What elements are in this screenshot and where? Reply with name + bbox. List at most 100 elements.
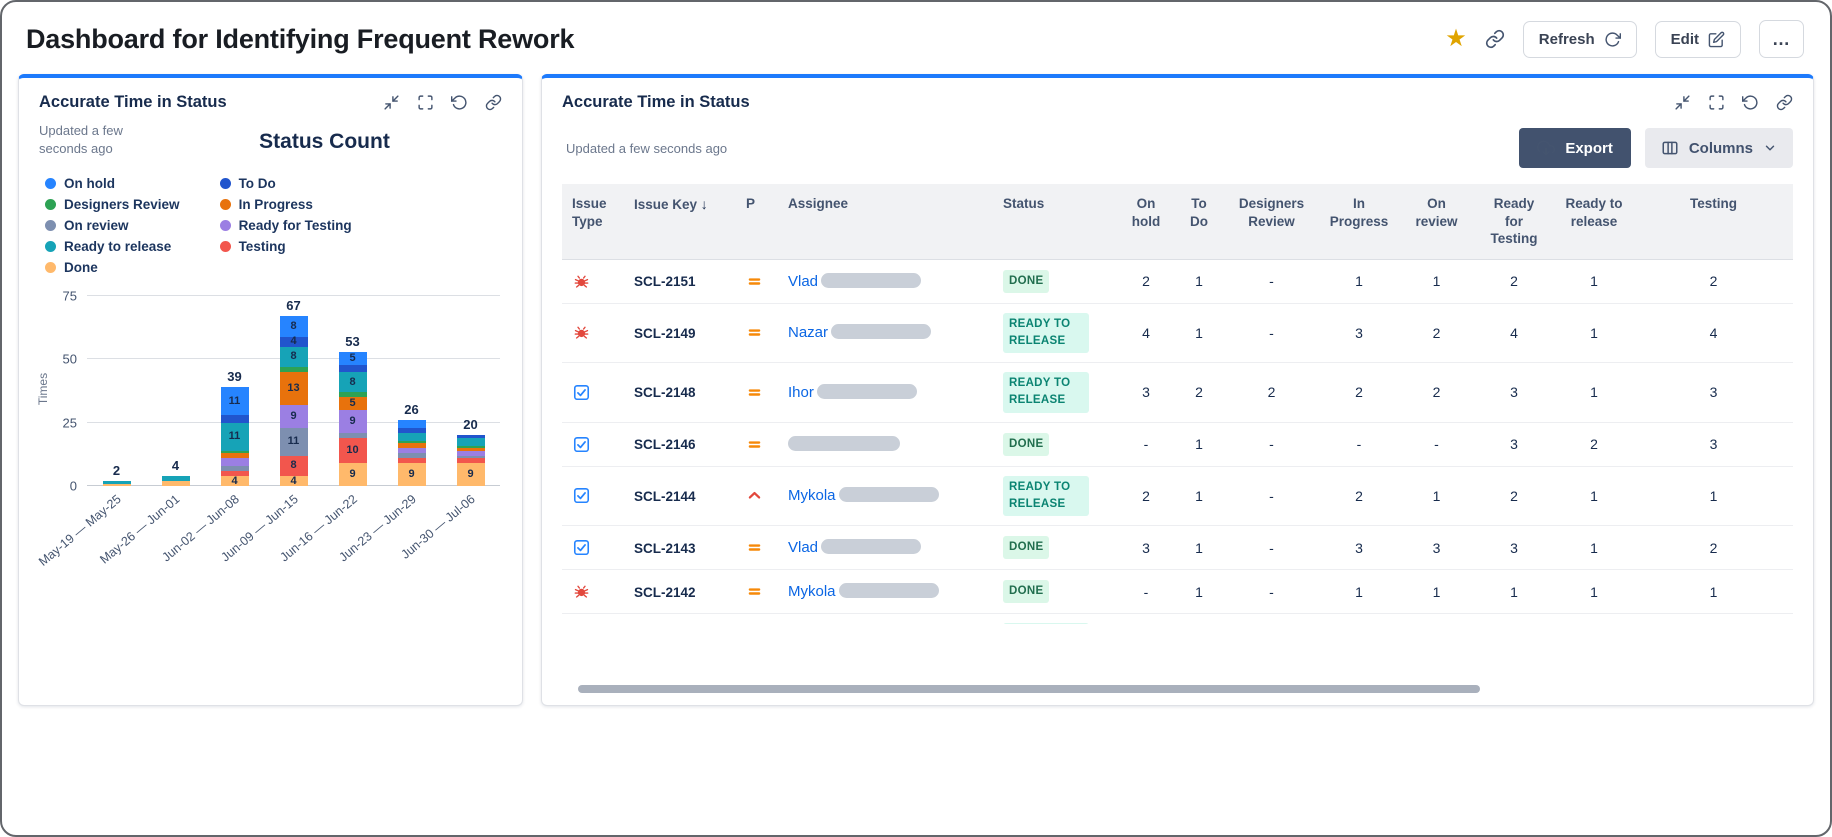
- refresh-button[interactable]: Refresh: [1522, 20, 1637, 58]
- legend-item[interactable]: On hold: [45, 173, 180, 194]
- assignee-link[interactable]: Mykola: [788, 583, 836, 600]
- status-count-cell: 2: [1224, 362, 1319, 423]
- status-count-cell: 2: [1474, 466, 1554, 527]
- legend-item[interactable]: To Do: [219, 173, 352, 194]
- legend-item[interactable]: Testing: [219, 236, 352, 257]
- link-icon[interactable]: [485, 94, 502, 111]
- chart-gadget-actions: [383, 94, 502, 111]
- bar-segment[interactable]: 9: [397, 463, 426, 487]
- export-button[interactable]: Export: [1519, 128, 1631, 168]
- chart-updated-note: Updated a few seconds ago: [39, 123, 123, 156]
- status-count-cell: 1: [1174, 466, 1224, 527]
- bar-segment[interactable]: 4: [279, 475, 308, 486]
- legend-item[interactable]: On review: [45, 215, 180, 236]
- status-count-cell: 3: [1319, 525, 1399, 571]
- bar-segment[interactable]: 4: [279, 336, 308, 347]
- status-count-cell: -: [1224, 525, 1319, 571]
- assignee-link[interactable]: Nazar: [788, 324, 828, 341]
- bar-segment[interactable]: 11: [220, 422, 249, 451]
- more-icon: …: [1772, 29, 1791, 49]
- bug-icon: [574, 275, 589, 288]
- issue-key[interactable]: SCL-2148: [634, 385, 696, 400]
- bar-segment[interactable]: [397, 432, 426, 441]
- issue-key[interactable]: SCL-2144: [634, 489, 696, 504]
- bar-segment[interactable]: 11: [220, 387, 249, 416]
- issue-key[interactable]: SCL-2149: [634, 326, 696, 341]
- bar-segment[interactable]: 9: [456, 463, 485, 487]
- bar-segment[interactable]: 9: [338, 463, 367, 487]
- legend-label: In Progress: [238, 197, 313, 213]
- status-count-cell: 2: [1399, 303, 1474, 364]
- reset-icon[interactable]: [1742, 94, 1759, 111]
- bar-segment[interactable]: [456, 437, 485, 446]
- bar-segment[interactable]: 11: [279, 427, 308, 456]
- bar-segment[interactable]: 10: [338, 437, 367, 464]
- columns-button[interactable]: Columns: [1644, 128, 1793, 168]
- issue-key[interactable]: SCL-2151: [634, 274, 696, 289]
- legend-item[interactable]: Designers Review: [45, 194, 180, 215]
- assignee-link[interactable]: Ihor: [788, 384, 814, 401]
- status-count-cell: 2: [1399, 362, 1474, 423]
- edit-button[interactable]: Edit: [1654, 20, 1741, 58]
- column-header[interactable]: To Do: [1174, 184, 1224, 260]
- priority-cell: [736, 422, 778, 467]
- column-header[interactable]: On review: [1399, 184, 1474, 260]
- bar-segment[interactable]: 13: [279, 372, 308, 406]
- bar-total-label: 26: [404, 402, 419, 418]
- horizontal-scrollbar[interactable]: [578, 685, 1481, 693]
- favorite-star-icon[interactable]: ★: [1445, 27, 1467, 51]
- bar-segment[interactable]: [397, 420, 426, 428]
- column-header[interactable]: Ready for Testing: [1474, 184, 1554, 260]
- legend-item[interactable]: Done: [45, 257, 180, 278]
- status-badge: READY TO RELEASE: [1003, 312, 1089, 354]
- reset-icon[interactable]: [451, 94, 468, 111]
- bar-segment[interactable]: 4: [220, 475, 249, 486]
- assignee-link[interactable]: Mykola: [788, 487, 836, 504]
- bar-segment[interactable]: [338, 364, 367, 373]
- legend-item[interactable]: Ready to release: [45, 236, 180, 257]
- bar-segment[interactable]: 5: [338, 351, 367, 365]
- bar-segment[interactable]: [220, 458, 249, 466]
- legend-dot: [219, 220, 231, 232]
- share-link-icon[interactable]: [1485, 29, 1505, 49]
- column-header[interactable]: Issue Key ↓: [624, 184, 736, 260]
- link-icon[interactable]: [1776, 94, 1793, 111]
- table-container: Issue Type Issue Key ↓ P Assignee Status On h…: [562, 184, 1793, 624]
- legend-item[interactable]: In Progress: [219, 194, 352, 215]
- priority-medium-icon: [748, 588, 761, 595]
- bar-segment[interactable]: 8: [279, 346, 308, 368]
- bar-segment[interactable]: 9: [338, 410, 367, 433]
- column-header[interactable]: Assignee: [778, 184, 993, 260]
- assignee-link[interactable]: Vlad: [788, 273, 818, 290]
- issue-key[interactable]: SCL-2146: [634, 437, 696, 452]
- bar-segment[interactable]: 8: [279, 316, 308, 337]
- bar-segment[interactable]: 5: [338, 397, 367, 411]
- status-count-cell: 3: [1634, 362, 1793, 423]
- assignee-link[interactable]: Vlad: [788, 539, 818, 556]
- column-header[interactable]: Designers Review: [1224, 184, 1319, 260]
- assignee-cell: Kateryna: [778, 613, 993, 624]
- collapse-icon[interactable]: [1674, 94, 1691, 111]
- bar-segment[interactable]: 8: [279, 455, 308, 476]
- expand-icon[interactable]: [417, 94, 434, 111]
- bar-segment[interactable]: [220, 415, 249, 423]
- column-header[interactable]: On hold: [1118, 184, 1174, 260]
- column-header[interactable]: P: [736, 184, 778, 260]
- collapse-icon[interactable]: [383, 94, 400, 111]
- chevron-down-icon: [1763, 141, 1777, 155]
- bar-segment[interactable]: 8: [338, 372, 367, 393]
- issue-key[interactable]: SCL-2143: [634, 541, 696, 556]
- issue-key[interactable]: SCL-2142: [634, 585, 696, 600]
- column-header[interactable]: In Progress: [1319, 184, 1399, 260]
- column-header[interactable]: Issue Type: [562, 184, 624, 260]
- dashboard-panels: Accurate Time in Status Updated a few se…: [2, 74, 1830, 706]
- priority-cell: [736, 525, 778, 571]
- status-count-cell: 1: [1554, 466, 1634, 527]
- column-header[interactable]: Testing: [1634, 184, 1793, 260]
- legend-item[interactable]: Ready for Testing: [219, 215, 352, 236]
- column-header[interactable]: Status: [993, 184, 1118, 260]
- bar-segment[interactable]: 9: [279, 405, 308, 428]
- column-header[interactable]: Ready to release: [1554, 184, 1634, 260]
- expand-icon[interactable]: [1708, 94, 1725, 111]
- more-actions-button[interactable]: …: [1759, 20, 1804, 58]
